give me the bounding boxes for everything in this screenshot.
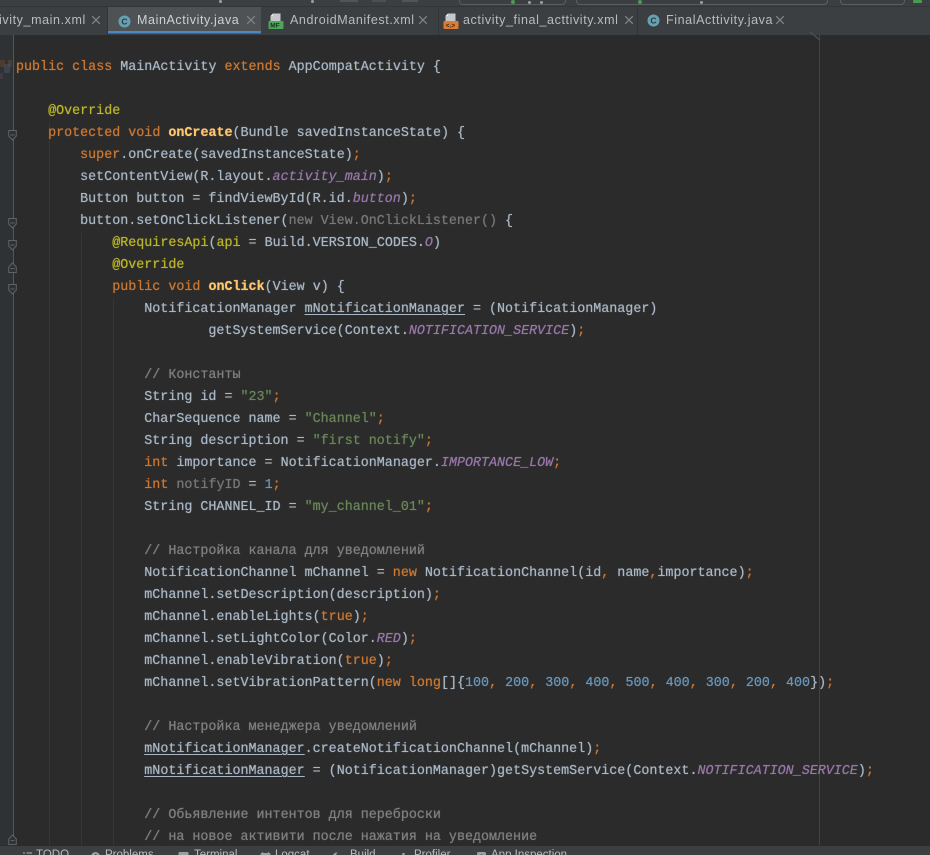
svg-text:C: C xyxy=(121,17,127,27)
svg-text:MF: MF xyxy=(270,22,279,29)
svg-text:C: C xyxy=(650,16,656,26)
svg-text:<.>: <.> xyxy=(446,22,456,29)
